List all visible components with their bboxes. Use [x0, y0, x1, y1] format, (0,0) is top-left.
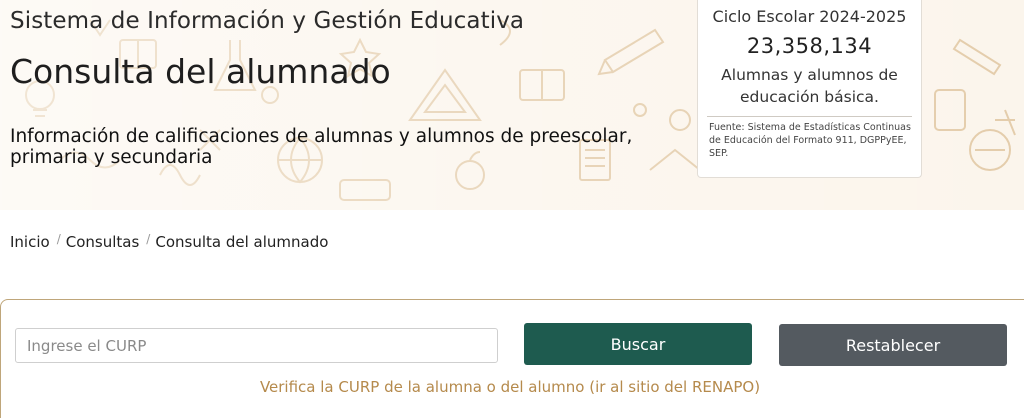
hero-banner: Sistema de Información y Gestión Educati… — [0, 0, 1024, 210]
breadcrumb-separator: / — [146, 232, 151, 246]
breadcrumb-consultas-link[interactable]: Consultas — [66, 233, 140, 251]
search-button[interactable]: Buscar — [524, 323, 752, 365]
stats-source: Fuente: Sistema de Estadísticas Continua… — [709, 122, 911, 159]
page-subtitle: Información de calificaciones de alumnas… — [10, 126, 633, 168]
verify-curp-renapo-link[interactable]: Verifica la CURP de la alumna o del alum… — [0, 378, 1020, 396]
student-count-description: Alumnas y alumnos de educación básica. — [721, 66, 898, 106]
system-title: Sistema de Información y Gestión Educati… — [10, 8, 525, 34]
breadcrumb: Inicio / Consultas / Consulta del alumna… — [10, 232, 328, 252]
breadcrumb-separator: / — [56, 232, 61, 246]
stats-card: Ciclo Escolar 2024-2025 23,358,134 Alumn… — [697, 0, 922, 178]
breadcrumb-home-link[interactable]: Inicio — [10, 233, 50, 251]
school-cycle: Ciclo Escolar 2024-2025 — [712, 7, 907, 26]
student-count: 23,358,134 — [746, 34, 873, 58]
verify-curp-link-text: Verifica la CURP de la alumna o del alum… — [259, 378, 761, 396]
page-title: Consulta del alumnado — [10, 52, 391, 91]
curp-input[interactable] — [15, 328, 498, 363]
reset-button[interactable]: Restablecer — [779, 324, 1007, 366]
breadcrumb-current: Consulta del alumnado — [155, 233, 329, 251]
